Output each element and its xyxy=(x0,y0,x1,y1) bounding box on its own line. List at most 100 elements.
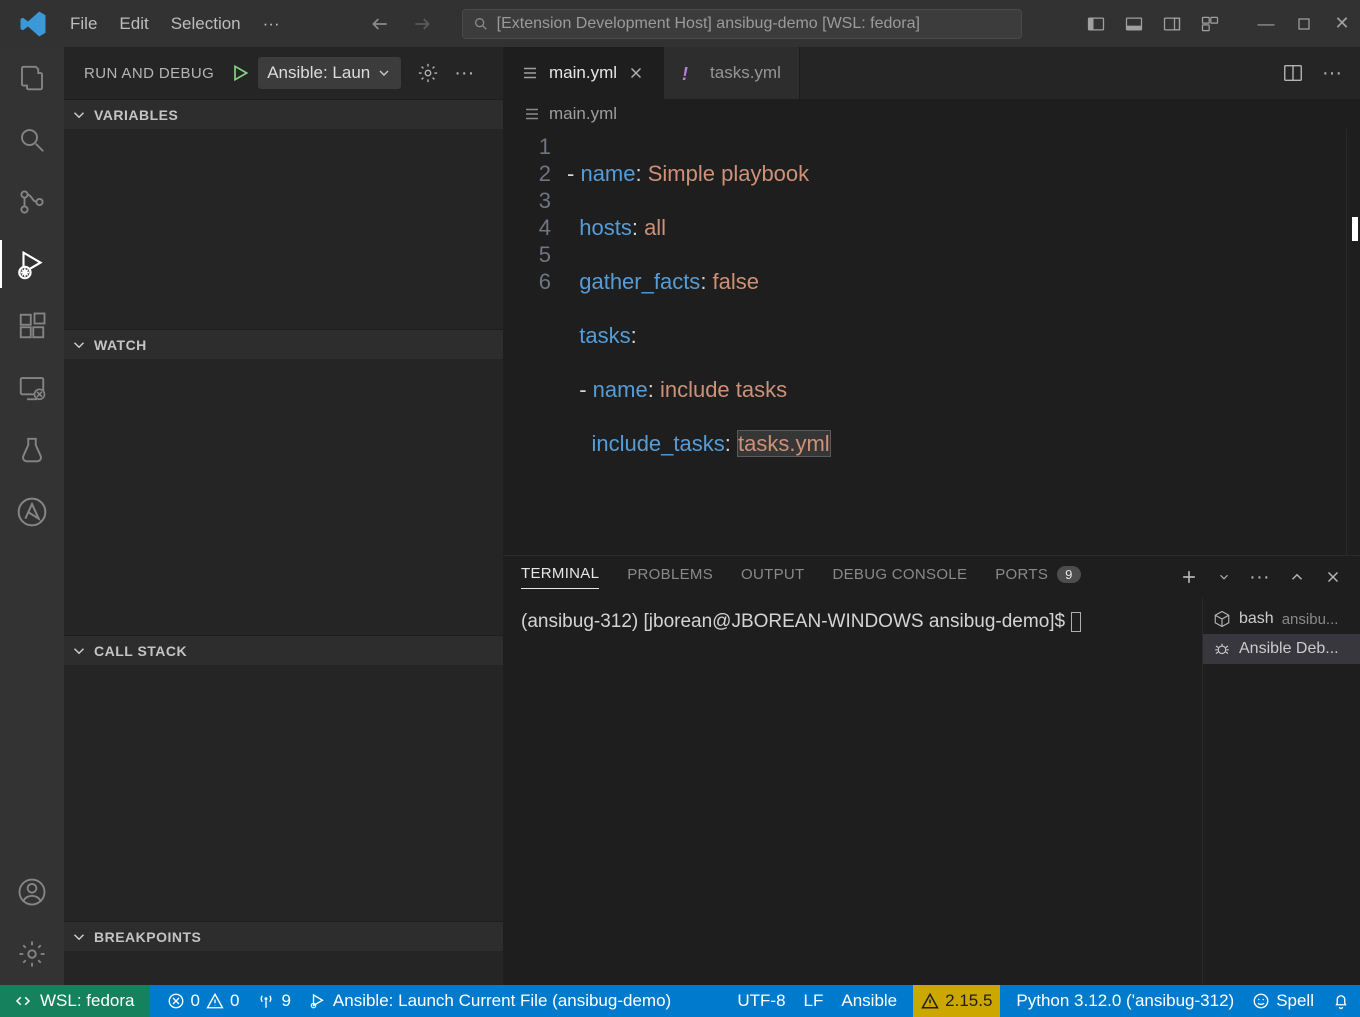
bug-icon xyxy=(1213,640,1231,658)
split-editor-icon[interactable] xyxy=(1282,62,1304,84)
eol-status[interactable]: LF xyxy=(804,991,824,1011)
menu-file[interactable]: File xyxy=(70,14,97,34)
variables-body xyxy=(64,129,503,329)
chevron-down-icon xyxy=(70,106,88,124)
minimap[interactable] xyxy=(1346,129,1360,555)
yaml-file-icon xyxy=(523,105,541,123)
callstack-section-head[interactable]: CALL STACK xyxy=(64,635,503,665)
line-gutter: 1 2 3 4 5 6 xyxy=(503,129,567,555)
debug-icon xyxy=(309,992,327,1010)
callstack-label: CALL STACK xyxy=(94,643,187,659)
notifications-status[interactable] xyxy=(1332,992,1350,1010)
terminal-entry-ansible-debug[interactable]: Ansible Deb... xyxy=(1203,634,1360,664)
yaml-file-icon xyxy=(521,64,539,82)
debug-more-icon[interactable]: ··· xyxy=(453,62,475,84)
layout-bottom-icon[interactable] xyxy=(1124,14,1144,34)
encoding-status[interactable]: UTF-8 xyxy=(737,991,785,1011)
breakpoints-label: BREAKPOINTS xyxy=(94,929,201,945)
watch-section-head[interactable]: WATCH xyxy=(64,329,503,359)
remote-indicator[interactable]: WSL: fedora xyxy=(0,985,149,1017)
code-content[interactable]: - name: Simple playbook hosts: all gathe… xyxy=(567,129,1346,555)
menu-bar: File Edit Selection ··· xyxy=(70,14,280,34)
close-panel-icon[interactable] xyxy=(1324,568,1342,586)
launch-config-label: Ansible: Laun xyxy=(267,63,370,83)
variables-section-head[interactable]: VARIABLES xyxy=(64,99,503,129)
status-bar: WSL: fedora 0 0 9 Ansible: Launch Curren… xyxy=(0,985,1360,1017)
start-debug-icon[interactable] xyxy=(230,63,250,83)
titlebar: File Edit Selection ··· [Extension Devel… xyxy=(0,0,1360,47)
explorer-icon[interactable] xyxy=(15,61,49,95)
new-terminal-icon[interactable] xyxy=(1179,567,1199,587)
layout-right-icon[interactable] xyxy=(1162,14,1182,34)
window-controls: — ✕ xyxy=(1086,14,1352,34)
tab-main-yml[interactable]: main.yml xyxy=(503,47,664,99)
close-tab-icon[interactable] xyxy=(627,64,645,82)
activity-bar xyxy=(0,47,64,985)
menu-more-icon[interactable]: ··· xyxy=(263,14,280,34)
warning-icon xyxy=(206,992,224,1010)
ports-status[interactable]: 9 xyxy=(257,991,290,1011)
extensions-icon[interactable] xyxy=(15,309,49,343)
testing-icon[interactable] xyxy=(15,433,49,467)
command-center[interactable]: [Extension Development Host] ansibug-dem… xyxy=(462,9,1022,39)
forward-icon[interactable] xyxy=(412,14,432,34)
maximize-icon[interactable] xyxy=(1294,14,1314,34)
terminal-entry-bash[interactable]: bash ansibu... xyxy=(1203,604,1360,634)
breadcrumb[interactable]: main.yml xyxy=(503,99,1360,129)
panel-tab-problems[interactable]: PROBLEMS xyxy=(627,566,713,589)
ansible-icon[interactable] xyxy=(15,495,49,529)
panel-tabs: TERMINAL PROBLEMS OUTPUT DEBUG CONSOLE P… xyxy=(503,556,1360,598)
terminal-dropdown-icon[interactable] xyxy=(1217,570,1231,584)
search-activity-icon[interactable] xyxy=(15,123,49,157)
launch-config-selector[interactable]: Ansible: Laun xyxy=(258,57,401,89)
watch-label: WATCH xyxy=(94,337,147,353)
breakpoints-section-head[interactable]: BREAKPOINTS xyxy=(64,921,503,951)
box-icon xyxy=(1213,610,1231,628)
panel-tab-terminal[interactable]: TERMINAL xyxy=(521,565,599,589)
watch-body xyxy=(64,359,503,635)
layout-left-icon[interactable] xyxy=(1086,14,1106,34)
language-status[interactable]: Ansible xyxy=(841,991,897,1011)
remote-explorer-icon[interactable] xyxy=(15,371,49,405)
chevron-down-icon xyxy=(376,65,392,81)
sidebar-title: RUN AND DEBUG xyxy=(74,65,214,82)
panel-tab-output[interactable]: OUTPUT xyxy=(741,566,804,589)
debug-target-status[interactable]: Ansible: Launch Current File (ansibug-de… xyxy=(309,991,671,1011)
run-debug-icon[interactable] xyxy=(15,247,49,281)
open-launch-json-icon[interactable] xyxy=(417,62,439,84)
antenna-icon xyxy=(257,992,275,1010)
code-editor[interactable]: 1 2 3 4 5 6 - name: Simple playbook host… xyxy=(503,129,1360,555)
menu-selection[interactable]: Selection xyxy=(171,14,241,34)
tab-tasks-yml[interactable]: ! tasks.yml xyxy=(664,47,800,99)
settings-gear-icon[interactable] xyxy=(15,937,49,971)
python-status[interactable]: Python 3.12.0 ('ansibug-312) xyxy=(1016,991,1234,1011)
close-icon[interactable]: ✕ xyxy=(1332,14,1352,34)
source-control-icon[interactable] xyxy=(15,185,49,219)
editor-group: main.yml ! tasks.yml ··· main.yml 1 2 3 … xyxy=(503,47,1360,985)
panel-tab-debugconsole[interactable]: DEBUG CONSOLE xyxy=(832,566,967,589)
chevron-down-icon xyxy=(70,928,88,946)
ansible-version-warn[interactable]: 2.15.5 xyxy=(913,985,1000,1017)
bell-icon xyxy=(1332,992,1350,1010)
tab-label: main.yml xyxy=(549,63,617,83)
editor-more-icon[interactable]: ··· xyxy=(1322,62,1342,85)
spell-status[interactable]: Spell xyxy=(1252,991,1314,1011)
search-icon xyxy=(473,16,489,32)
terminal-output[interactable]: (ansibug-312) [jborean@JBOREAN-WINDOWS a… xyxy=(503,598,1202,985)
panel-more-icon[interactable]: ··· xyxy=(1249,566,1270,589)
yaml-file-icon: ! xyxy=(682,64,700,82)
problems-status[interactable]: 0 0 xyxy=(167,991,240,1011)
layout-customize-icon[interactable] xyxy=(1200,14,1220,34)
ports-badge: 9 xyxy=(1057,566,1081,583)
maximize-panel-icon[interactable] xyxy=(1288,568,1306,586)
terminal-prompt: (ansibug-312) [jborean@JBOREAN-WINDOWS a… xyxy=(521,611,1065,632)
vscode-logo-icon xyxy=(18,9,48,39)
accounts-icon[interactable] xyxy=(15,875,49,909)
variables-label: VARIABLES xyxy=(94,107,178,123)
minimize-icon[interactable]: — xyxy=(1256,14,1276,34)
terminal-list: bash ansibu... Ansible Deb... xyxy=(1202,598,1360,985)
back-icon[interactable] xyxy=(370,14,390,34)
remote-icon xyxy=(14,992,32,1010)
panel-tab-ports[interactable]: PORTS 9 xyxy=(995,566,1080,589)
menu-edit[interactable]: Edit xyxy=(119,14,148,34)
